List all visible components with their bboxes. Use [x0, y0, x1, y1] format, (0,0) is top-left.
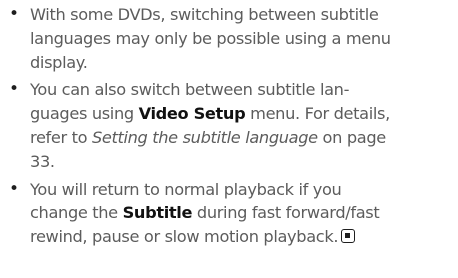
note-line-text: change the — [30, 203, 123, 223]
notes-list: • With some DVDs, switching between subt… — [4, 3, 448, 249]
end-of-section-icon — [341, 229, 356, 244]
bullet-icon: • — [9, 178, 19, 199]
note-line: With some DVDs, switching between subtit… — [30, 5, 379, 24]
note-text: With some DVDs, switching between subtit… — [30, 3, 448, 74]
section-reference: Setting the subtitle language — [91, 127, 318, 147]
bullet-icon: • — [9, 4, 19, 24]
page-reference: 33. — [30, 151, 55, 171]
note-text: You can also switch between subtitle lan… — [30, 78, 448, 173]
note-line: You will return to normal playback if yo… — [30, 179, 342, 199]
note-line: rewind, pause or slow motion playback. — [30, 227, 339, 247]
note-line-text: menu. For details, — [245, 104, 390, 124]
note-line: You can also switch between subtitle lan… — [30, 80, 350, 100]
subtitle-term: Subtitle — [122, 203, 193, 223]
note-item-video-setup: • You can also switch between subtitle l… — [4, 78, 448, 173]
note-line-text: on page — [317, 127, 387, 147]
note-line-text: during fast forward/fast — [192, 203, 380, 223]
bullet-icon: • — [9, 79, 19, 100]
note-line: languages may only be possible using a m… — [30, 28, 391, 48]
video-setup-term: Video Setup — [138, 104, 246, 124]
manual-page: • With some DVDs, switching between subt… — [0, 0, 458, 278]
note-item-normal-playback: • You will return to normal playback if … — [4, 178, 448, 249]
note-line: display. — [30, 52, 88, 72]
note-line-text: guages using — [30, 104, 139, 124]
note-text: You will return to normal playback if yo… — [30, 178, 448, 249]
note-line-text: refer to — [30, 127, 92, 147]
note-item-dvd-menu-subtitles: • With some DVDs, switching between subt… — [4, 3, 448, 74]
